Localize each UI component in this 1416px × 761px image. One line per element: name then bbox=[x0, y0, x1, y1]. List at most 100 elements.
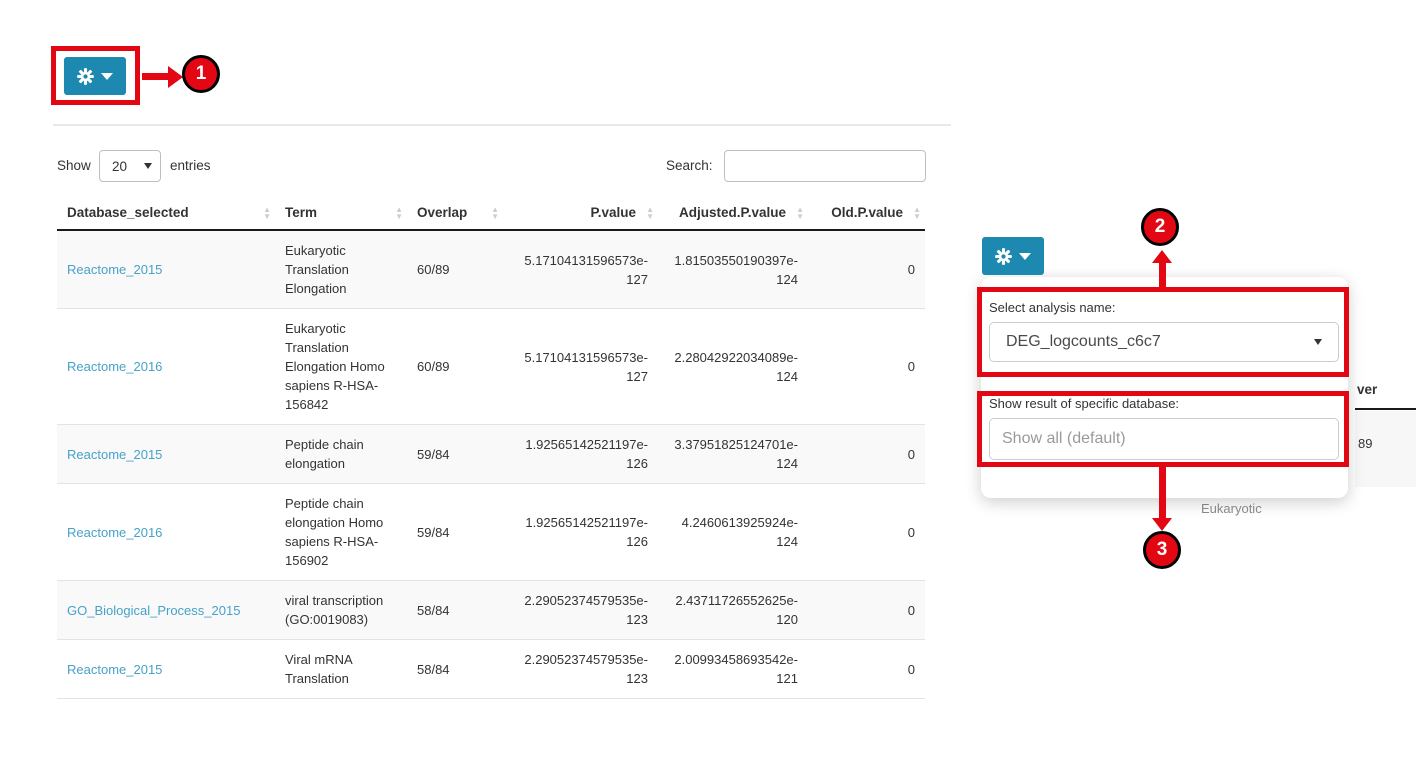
old-p-value-cell-text: 0 bbox=[908, 662, 915, 677]
term-cell: Eukaryotic Translation Elongation bbox=[275, 230, 407, 309]
db-link: Reactome_2015 bbox=[57, 425, 275, 484]
p-value-cell-text: 1.92565142521197e-126 bbox=[525, 515, 648, 549]
adjusted-p-value-cell: 2.00993458693542e-121 bbox=[658, 640, 808, 699]
p-value-cell: 1.92565142521197e-126 bbox=[503, 484, 658, 581]
results-table: Database_selected▲▼Term▲▼Overlap▲▼P.valu… bbox=[57, 196, 925, 699]
adjusted-p-value-cell-text: 2.43711726552625e-120 bbox=[675, 593, 798, 627]
old-p-value-cell: 0 bbox=[808, 484, 925, 581]
p-value-cell-text: 2.29052374579535e-123 bbox=[524, 652, 648, 686]
table-row: Reactome_2015 Viral mRNA Translation 58/84… bbox=[57, 640, 925, 699]
table-row: Reactome_2015Peptide chain elongation59/… bbox=[57, 425, 925, 484]
annotation-box-2 bbox=[977, 287, 1349, 377]
term-cell: Peptide chain elongation Homo sapiens R-… bbox=[275, 484, 407, 581]
length-suffix-label: entries bbox=[170, 158, 211, 173]
sort-icons: ▲▼ bbox=[796, 206, 804, 220]
column-header-term[interactable]: Term▲▼ bbox=[275, 196, 407, 230]
overlap-cell-text: 58/84 bbox=[417, 662, 450, 677]
overlap-cell-text: 58/84 bbox=[417, 603, 450, 618]
annotation-step-3: 3 bbox=[1143, 531, 1181, 569]
column-header-label: Database_selected bbox=[67, 205, 189, 220]
settings-dropdown-button-right[interactable] bbox=[982, 237, 1044, 275]
term-cell: Eukaryotic Translation Elongation Homo s… bbox=[275, 309, 407, 425]
p-value-cell: 1.92565142521197e-126 bbox=[503, 425, 658, 484]
background-term-fragment: Eukaryotic bbox=[1201, 501, 1262, 516]
annotation-arrowhead-2 bbox=[1152, 250, 1172, 263]
column-header-old.p.value[interactable]: Old.P.value▲▼ bbox=[808, 196, 925, 230]
database-link[interactable]: Reactome_2015 bbox=[67, 447, 162, 462]
database-link[interactable]: Reactome_2015 bbox=[67, 662, 162, 677]
annotation-box-1 bbox=[51, 46, 140, 105]
table-row: Reactome_2015 Eukaryotic Translation Elon… bbox=[57, 230, 925, 309]
term-cell: Peptide chain elongation bbox=[275, 425, 407, 484]
term-cell-text: Eukaryotic Translation Elongation Homo s… bbox=[285, 321, 385, 412]
table-row: Reactome_2016 Peptide chain elongation Ho… bbox=[57, 484, 925, 581]
overlap-cell: 58/84 bbox=[407, 581, 503, 640]
term-cell-text: Peptide chain elongation bbox=[285, 437, 364, 471]
old-p-value-cell: 0 bbox=[808, 230, 925, 309]
db-link: GO_Biological_Process_2015 bbox=[57, 581, 275, 640]
column-header-label: Adjusted.P.value bbox=[679, 205, 786, 220]
overlap-cell: 59/84 bbox=[407, 484, 503, 581]
background-header-fragment: ver bbox=[1357, 382, 1377, 397]
old-p-value-cell-text: 0 bbox=[908, 262, 915, 277]
database-link[interactable]: GO_Biological_Process_2015 bbox=[67, 603, 240, 618]
caret-down-icon bbox=[1019, 253, 1031, 260]
search-input[interactable] bbox=[724, 150, 926, 182]
database-link[interactable]: Reactome_2015 bbox=[67, 262, 162, 277]
db-link: Reactome_2016 bbox=[57, 309, 275, 425]
column-header-adjusted.p.value[interactable]: Adjusted.P.value ▲▼ bbox=[658, 196, 808, 230]
adjusted-p-value-cell-text: 4.2460613925924e-124 bbox=[682, 515, 798, 549]
annotation-box-3 bbox=[977, 391, 1349, 467]
old-p-value-cell: 0 bbox=[808, 309, 925, 425]
old-p-value-cell: 0 bbox=[808, 640, 925, 699]
results-table-header-row: Database_selected▲▼Term▲▼Overlap▲▼P.valu… bbox=[57, 196, 925, 230]
term-cell-text: viral transcription (GO:0019083) bbox=[285, 593, 383, 627]
overlap-cell-text: 60/89 bbox=[417, 359, 450, 374]
sort-icons: ▲▼ bbox=[491, 206, 499, 220]
term-cell-text: Peptide chain elongation Homo sapiens R-… bbox=[285, 496, 383, 568]
term-cell: viral transcription (GO:0019083) bbox=[275, 581, 407, 640]
entries-length-value: 20 bbox=[112, 159, 127, 174]
adjusted-p-value-cell: 4.2460613925924e-124 bbox=[658, 484, 808, 581]
column-header-database_selected[interactable]: Database_selected ▲▼ bbox=[57, 196, 275, 230]
overlap-cell: 58/84 bbox=[407, 640, 503, 699]
adjusted-p-value-cell-text: 3.37951825124701e-124 bbox=[674, 437, 798, 471]
column-header-label: Overlap bbox=[417, 205, 467, 220]
column-header-overlap[interactable]: Overlap ▲▼ bbox=[407, 196, 503, 230]
sort-icons: ▲▼ bbox=[913, 206, 921, 220]
p-value-cell: 2.29052374579535e-123 bbox=[503, 581, 658, 640]
overlap-cell-text: 60/89 bbox=[417, 262, 450, 277]
db-link: Reactome_2015 bbox=[57, 640, 275, 699]
p-value-cell: 5.17104131596573e-127 bbox=[503, 230, 658, 309]
table-row: Reactome_2016 Eukaryotic Translation Elon… bbox=[57, 309, 925, 425]
annotation-arrow-2 bbox=[1159, 262, 1166, 288]
background-overlap-fragment: 89 bbox=[1358, 436, 1372, 451]
adjusted-p-value-cell: 2.43711726552625e-120 bbox=[658, 581, 808, 640]
adjusted-p-value-cell-text: 2.28042922034089e-124 bbox=[674, 350, 798, 384]
annotation-arrowhead-1 bbox=[168, 66, 183, 88]
p-value-cell-text: 2.29052374579535e-123 bbox=[524, 593, 648, 627]
p-value-cell: 5.17104131596573e-127 bbox=[503, 309, 658, 425]
database-link[interactable]: Reactome_2016 bbox=[67, 525, 162, 540]
db-link: Reactome_2015 bbox=[57, 230, 275, 309]
old-p-value-cell: 0 bbox=[808, 581, 925, 640]
annotation-arrowhead-3 bbox=[1152, 518, 1172, 531]
gear-icon bbox=[995, 248, 1012, 265]
adjusted-p-value-cell: 2.28042922034089e-124 bbox=[658, 309, 808, 425]
database-link[interactable]: Reactome_2016 bbox=[67, 359, 162, 374]
entries-length-select[interactable]: 20 bbox=[99, 150, 161, 182]
annotation-arrow-3 bbox=[1159, 467, 1166, 518]
adjusted-p-value-cell: 1.81503550190397e-124 bbox=[658, 230, 808, 309]
p-value-cell-text: 1.92565142521197e-126 bbox=[525, 437, 648, 471]
overlap-cell: 60/89 bbox=[407, 309, 503, 425]
term-cell: Viral mRNA Translation bbox=[275, 640, 407, 699]
length-prefix-label: Show bbox=[57, 158, 91, 173]
adjusted-p-value-cell-text: 1.81503550190397e-124 bbox=[674, 253, 798, 287]
annotation-step-1: 1 bbox=[182, 55, 220, 93]
term-cell-text: Eukaryotic Translation Elongation bbox=[285, 243, 349, 296]
sort-icons: ▲▼ bbox=[646, 206, 654, 220]
column-header-p.value[interactable]: P.value▲▼ bbox=[503, 196, 658, 230]
adjusted-p-value-cell-text: 2.00993458693542e-121 bbox=[674, 652, 798, 686]
table-row: GO_Biological_Process_2015 viral transcri… bbox=[57, 581, 925, 640]
sort-icons: ▲▼ bbox=[263, 206, 271, 220]
